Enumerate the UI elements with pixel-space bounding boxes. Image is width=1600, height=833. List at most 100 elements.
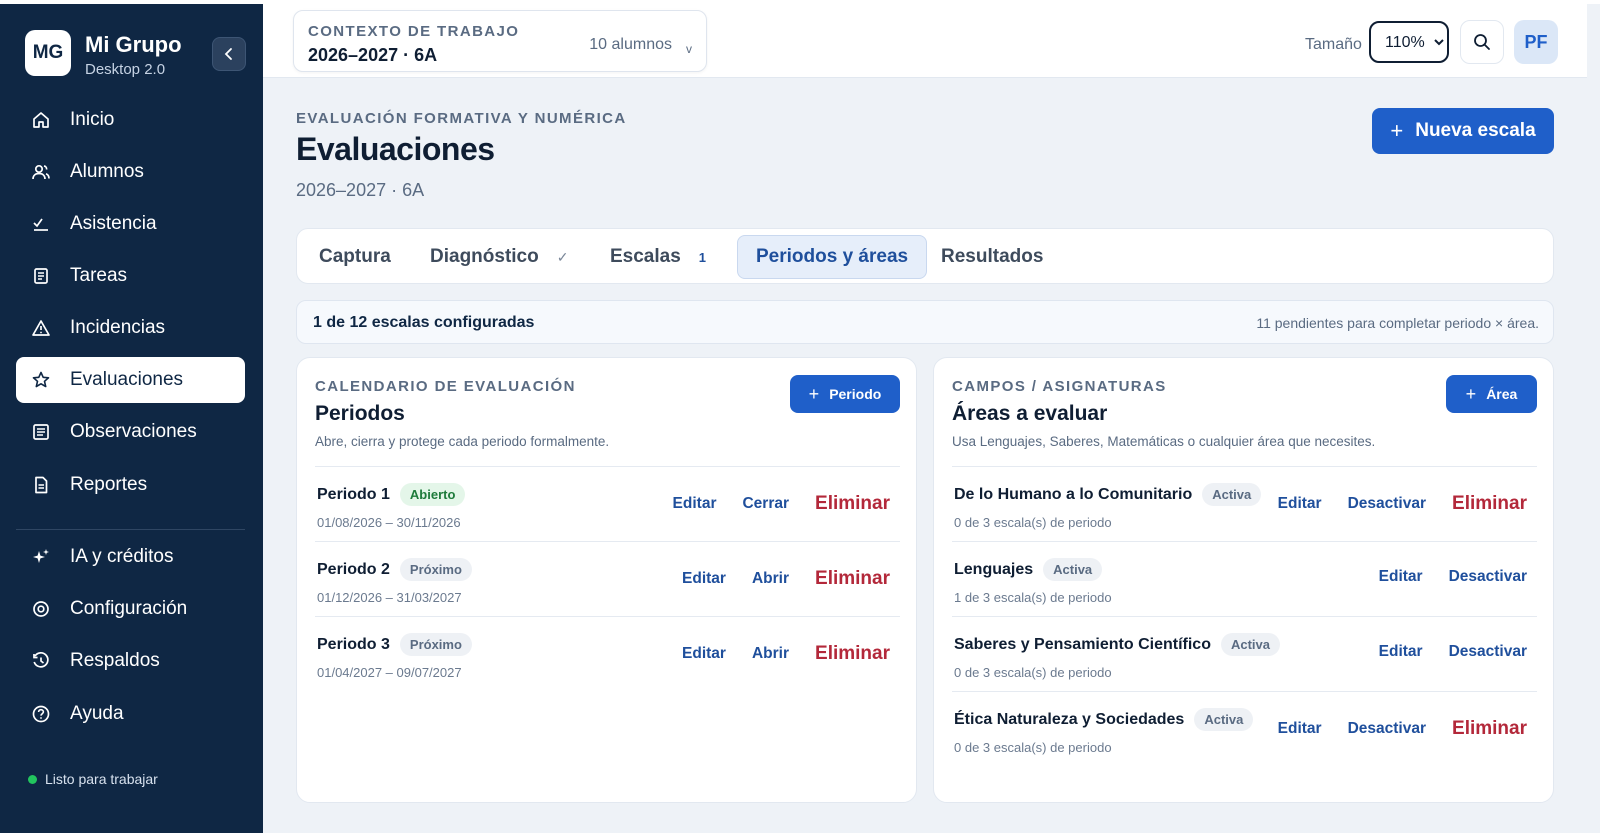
sidebar-item-label: Configuración: [70, 598, 188, 619]
close-period-button[interactable]: Cerrar: [742, 495, 789, 513]
delete-button[interactable]: Eliminar: [815, 643, 890, 665]
sidebar-item-incidencias[interactable]: Incidencias: [16, 305, 245, 351]
sidebar-item-inicio[interactable]: Inicio: [16, 97, 245, 143]
app-status: Listo para trabajar: [28, 771, 158, 787]
sidebar-item-label: Alumnos: [70, 161, 144, 182]
edit-button[interactable]: Editar: [1379, 643, 1423, 661]
delete-button[interactable]: Eliminar: [1452, 493, 1527, 515]
report-icon: [30, 474, 52, 496]
add-area-button[interactable]: + Área: [1446, 375, 1537, 413]
star-icon: [30, 369, 52, 391]
list-item: Ética Naturaleza y Sociedades Activa 0 de…: [952, 691, 1537, 766]
sidebar-item-evaluaciones[interactable]: Evaluaciones: [16, 357, 245, 403]
tab-count-badge: 1: [698, 249, 707, 265]
context-label: CONTEXTO DE TRABAJO: [308, 23, 520, 40]
tab-diagnostico[interactable]: Diagnóstico ✓: [412, 235, 586, 279]
delete-button[interactable]: Eliminar: [1452, 718, 1527, 740]
sidebar-item-label: Observaciones: [70, 421, 197, 442]
page-title: Evaluaciones: [296, 131, 495, 167]
area-scale-count: 0 de 3 escala(s) de periodo: [954, 665, 1112, 680]
search-button[interactable]: [1460, 20, 1504, 64]
edit-button[interactable]: Editar: [1379, 568, 1423, 586]
sidebar-item-tareas[interactable]: Tareas: [16, 253, 245, 299]
document-icon: [30, 265, 52, 287]
zoom-size-select[interactable]: 110%: [1369, 21, 1449, 63]
area-name: Saberes y Pensamiento Científico Activa: [954, 633, 1281, 656]
edit-button[interactable]: Editar: [682, 570, 726, 588]
open-period-button[interactable]: Abrir: [752, 570, 789, 588]
edit-button[interactable]: Editar: [682, 645, 726, 663]
sidebar-item-ia-creditos[interactable]: IA y créditos: [16, 534, 245, 580]
plus-icon: +: [1465, 383, 1477, 404]
edit-button[interactable]: Editar: [1278, 720, 1322, 738]
row-actions: Editar Cerrar Eliminar: [647, 493, 890, 515]
sidebar: MG Mi Grupo Desktop 2.0 Inicio Alumnos A…: [0, 4, 263, 833]
area-scale-count: 0 de 3 escala(s) de periodo: [954, 515, 1112, 530]
deactivate-button[interactable]: Desactivar: [1348, 720, 1426, 738]
work-context-selector[interactable]: CONTEXTO DE TRABAJO 2026–2027 · 6A 10 al…: [293, 10, 707, 72]
tab-periodos-areas[interactable]: Periodos y áreas: [737, 235, 928, 279]
period-name: Periodo 3 Próximo: [317, 633, 472, 656]
sidebar-item-ayuda[interactable]: Ayuda: [16, 691, 245, 737]
tab-escalas[interactable]: Escalas 1: [592, 235, 724, 279]
areas-list: De lo Humano a lo Comunitario Activa 0 de…: [952, 466, 1537, 766]
sidebar-item-label: IA y créditos: [70, 546, 174, 567]
user-avatar[interactable]: PF: [1514, 20, 1558, 64]
tab-label: Resultados: [941, 246, 1044, 267]
sidebar-item-alumnos[interactable]: Alumnos: [16, 149, 245, 195]
panel-subtitle: Usa Lenguajes, Saberes, Matemáticas o cu…: [952, 434, 1376, 449]
open-period-button[interactable]: Abrir: [752, 645, 789, 663]
area-name: Ética Naturaleza y Sociedades Activa: [954, 708, 1254, 731]
period-dates: 01/08/2026 – 30/11/2026: [317, 515, 461, 530]
brand-subtitle: Desktop 2.0: [85, 61, 166, 78]
page-eyebrow: EVALUACIÓN FORMATIVA Y NUMÉRICA: [296, 110, 627, 127]
sidebar-item-observaciones[interactable]: Observaciones: [16, 409, 245, 455]
area-name-text: Ética Naturaleza y Sociedades: [954, 710, 1185, 728]
edit-button[interactable]: Editar: [1278, 495, 1322, 513]
sidebar-item-label: Ayuda: [70, 703, 124, 724]
delete-button[interactable]: Eliminar: [815, 493, 890, 515]
sidebar-item-respaldos[interactable]: Respaldos: [16, 638, 245, 684]
collapse-sidebar-button[interactable]: [212, 37, 246, 71]
gear-icon: [30, 598, 52, 620]
warning-icon: [30, 317, 52, 339]
row-actions: Editar Desactivar: [1353, 643, 1527, 661]
delete-button[interactable]: Eliminar: [815, 568, 890, 590]
sidebar-item-label: Inicio: [70, 109, 115, 130]
top-header: CONTEXTO DE TRABAJO 2026–2027 · 6A 10 al…: [263, 4, 1587, 78]
panel-title: Periodos: [315, 402, 405, 425]
deactivate-button[interactable]: Desactivar: [1348, 495, 1426, 513]
brand-logo: MG: [25, 30, 71, 76]
brand-title: Mi Grupo: [85, 32, 182, 57]
status-badge: Próximo: [399, 633, 472, 656]
row-actions: Editar Abrir Eliminar: [656, 568, 890, 590]
chevron-down-icon: v: [686, 42, 692, 56]
plus-icon: +: [1390, 118, 1404, 143]
area-name-text: Saberes y Pensamiento Científico: [954, 635, 1211, 653]
tab-label: Diagnóstico: [430, 246, 539, 267]
area-name: De lo Humano a lo Comunitario Activa: [954, 483, 1262, 506]
panel-subtitle: Abre, cierra y protege cada periodo form…: [315, 434, 610, 449]
deactivate-button[interactable]: Desactivar: [1449, 643, 1527, 661]
evaluation-tabs: Captura Diagnóstico ✓ Escalas 1 Periodos y…: [296, 228, 1554, 284]
periods-panel: CALENDARIO DE EVALUACIÓN Periodos Abre, …: [296, 357, 917, 803]
sidebar-item-asistencia[interactable]: Asistencia: [16, 201, 245, 247]
add-period-button[interactable]: + Periodo: [790, 375, 900, 413]
edit-button[interactable]: Editar: [673, 495, 717, 513]
tab-captura[interactable]: Captura: [301, 235, 409, 279]
list-item: Periodo 1 Abierto 01/08/2026 – 30/11/2026…: [315, 466, 900, 541]
panel-title: Áreas a evaluar: [952, 402, 1108, 425]
check-icon: ✓: [556, 248, 569, 265]
new-scale-button[interactable]: + Nueva escala: [1372, 108, 1554, 154]
pending-count: 11 pendientes para completar periodo × á…: [1256, 315, 1539, 331]
context-value: 2026–2027 · 6A: [308, 45, 438, 65]
deactivate-button[interactable]: Desactivar: [1449, 568, 1527, 586]
sidebar-item-configuracion[interactable]: Configuración: [16, 586, 245, 632]
tab-resultados[interactable]: Resultados: [923, 235, 1061, 279]
sidebar-item-reportes[interactable]: Reportes: [16, 462, 245, 508]
sidebar-divider: [16, 529, 245, 530]
page-subtitle: 2026–2027 · 6A: [296, 180, 425, 200]
new-scale-label: Nueva escala: [1415, 120, 1536, 141]
student-count: 10 alumnos: [589, 36, 672, 53]
status-badge: Activa: [1043, 558, 1103, 581]
